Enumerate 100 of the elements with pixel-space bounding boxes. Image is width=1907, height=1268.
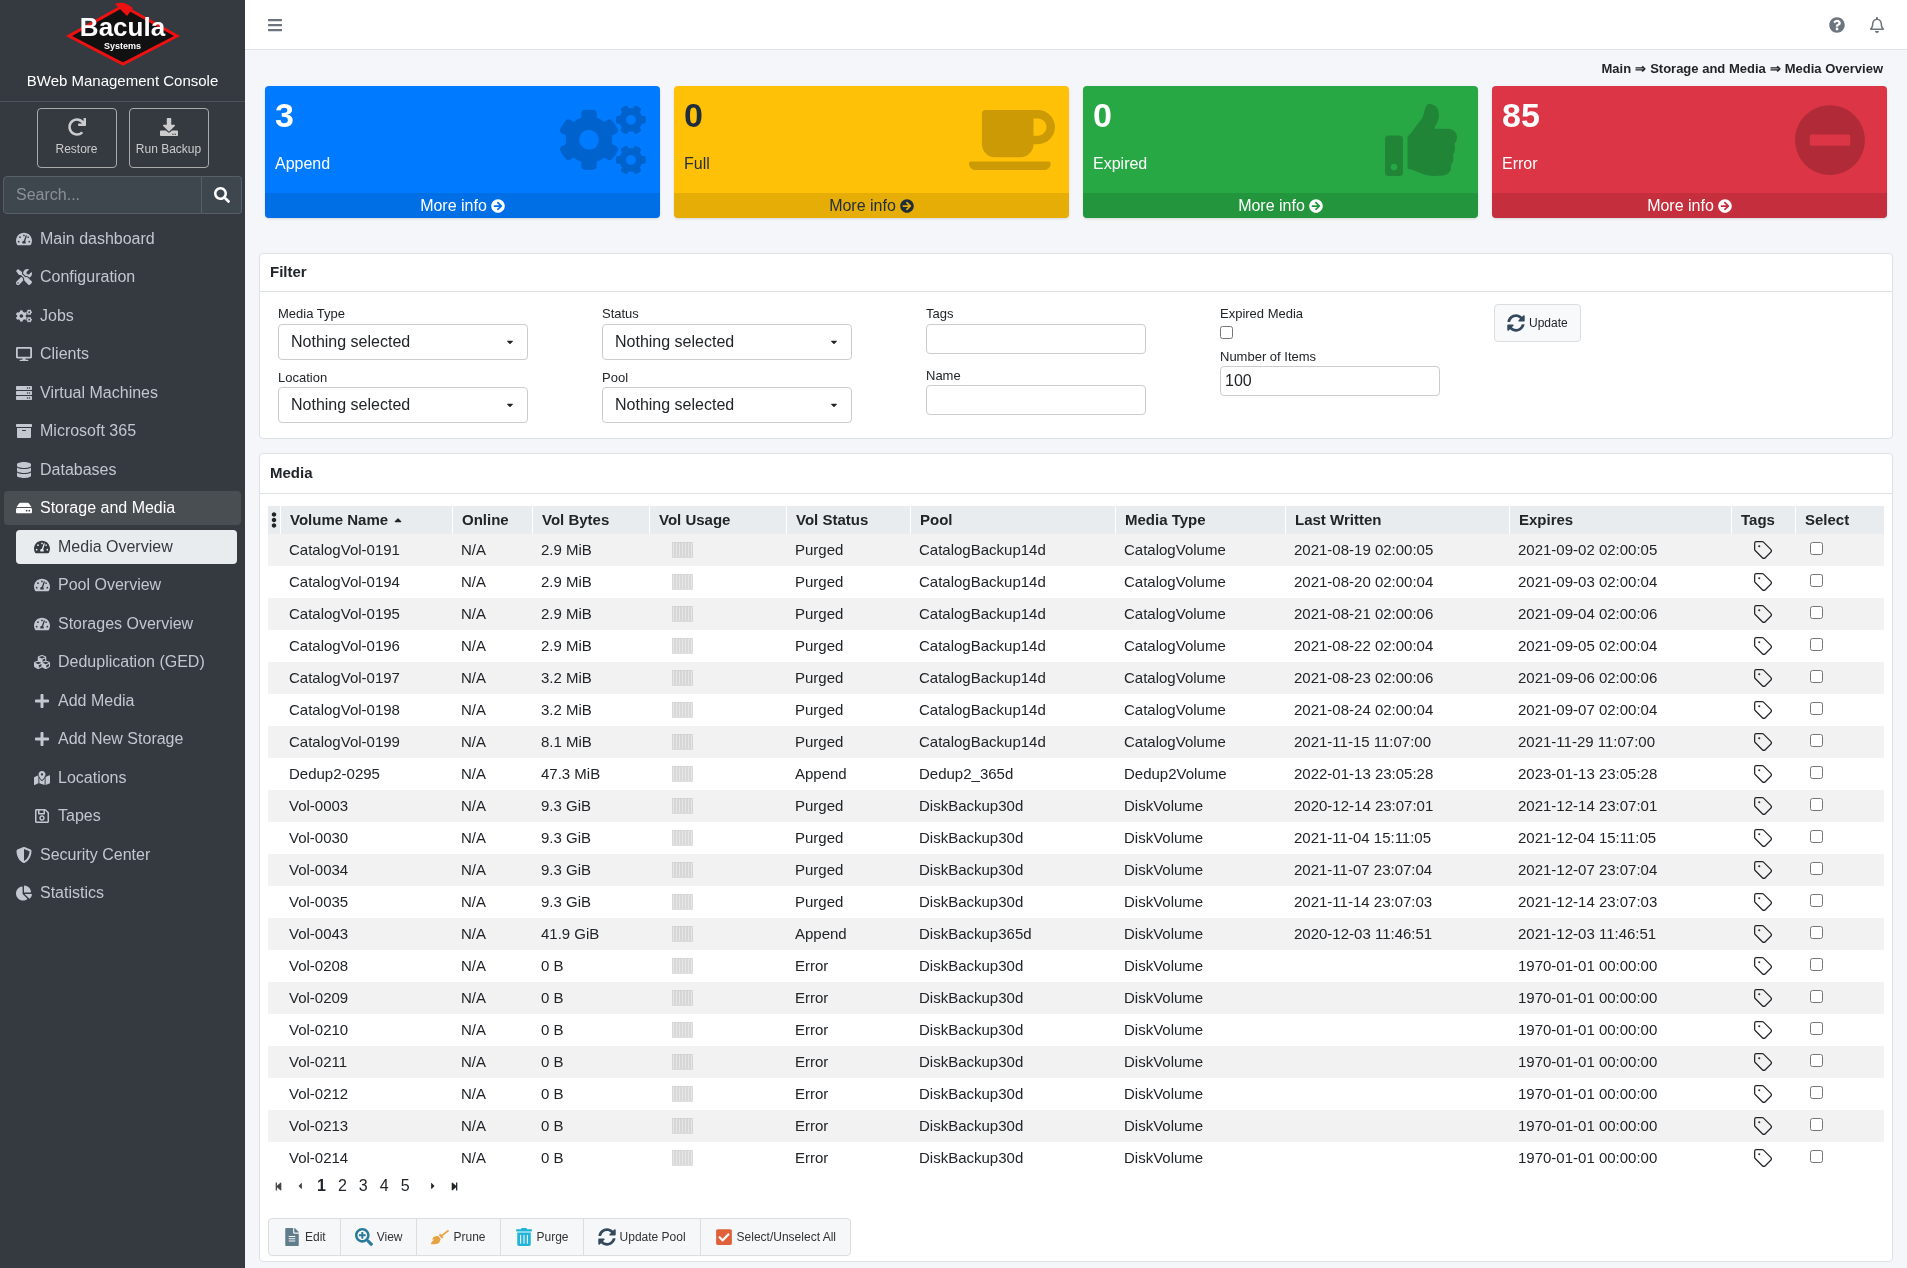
more-info-link[interactable]: More info [674, 193, 1069, 218]
row-checkbox[interactable] [1810, 733, 1823, 747]
tag-icon[interactable] [1753, 924, 1773, 944]
tag-icon[interactable] [1753, 860, 1773, 880]
tag-icon[interactable] [1753, 1052, 1773, 1072]
search-field[interactable]: Search... [3, 175, 202, 214]
tag-icon[interactable] [1753, 988, 1773, 1008]
row-checkbox[interactable] [1810, 1149, 1823, 1163]
tag-icon[interactable] [1753, 1020, 1773, 1040]
tag-icon[interactable] [1753, 1116, 1773, 1136]
tag-icon[interactable] [1753, 604, 1773, 624]
more-info-link[interactable]: More info [265, 193, 660, 218]
row-checkbox[interactable] [1810, 893, 1823, 907]
sidebar-item[interactable]: Jobs [4, 298, 241, 333]
action-button[interactable]: Update Pool [582, 1219, 700, 1255]
row-checkbox[interactable] [1810, 1053, 1823, 1067]
sidebar-item[interactable]: Deduplication (GED) [16, 645, 237, 679]
tag-icon[interactable] [1753, 764, 1773, 784]
page-link[interactable]: 2 [337, 1174, 347, 1198]
sidebar-item[interactable]: Microsoft 365 [4, 414, 241, 448]
action-button[interactable]: Purge [499, 1219, 583, 1255]
breadcrumb-link[interactable]: Storage and Media [1650, 59, 1766, 79]
bell-icon[interactable] [1869, 16, 1885, 33]
tag-icon[interactable] [1753, 540, 1773, 560]
input-field[interactable] [926, 385, 1146, 415]
tools-icon [16, 269, 32, 285]
table-cell-text: 9.3 GiB [541, 891, 592, 912]
row-checkbox[interactable] [1810, 861, 1823, 875]
sidebar-item[interactable]: Configuration [4, 260, 241, 294]
table-cell-text: Dedup2_365d [919, 763, 1014, 784]
menu-icon[interactable] [267, 16, 283, 33]
action-button[interactable]: Prune [416, 1219, 500, 1255]
sidebar-item[interactable]: Main dashboard [4, 221, 241, 256]
page-link[interactable]: 5 [400, 1174, 410, 1198]
dropdown[interactable]: Nothing selected [278, 323, 528, 360]
tag-icon[interactable] [1753, 636, 1773, 656]
sidebar-item[interactable]: Statistics [4, 876, 241, 910]
help-icon[interactable] [1829, 16, 1845, 33]
last-page-icon[interactable] [449, 1181, 459, 1191]
row-checkbox[interactable] [1810, 637, 1823, 651]
tag-icon[interactable] [1753, 892, 1773, 912]
tag-icon[interactable] [1753, 1084, 1773, 1104]
more-info-link[interactable]: More info [1083, 193, 1478, 218]
sidebar-item[interactable]: Media Overview [16, 529, 237, 564]
tag-icon[interactable] [1753, 732, 1773, 752]
row-checkbox[interactable] [1810, 989, 1823, 1003]
sidebar-item[interactable]: Add Media [16, 683, 237, 718]
action-button[interactable]: Select/Unselect All [699, 1219, 850, 1255]
row-checkbox[interactable] [1810, 1021, 1823, 1035]
more-info-link[interactable]: More info [1492, 193, 1887, 218]
sidebar-item[interactable]: Clients [4, 337, 241, 371]
row-checkbox[interactable] [1810, 765, 1823, 779]
sidebar-action-button[interactable]: Restore [36, 107, 117, 168]
dropdown[interactable]: Nothing selected [278, 387, 528, 423]
sidebar-item[interactable]: Security Center [4, 837, 241, 872]
row-checkbox[interactable] [1810, 541, 1823, 555]
page-link[interactable]: 3 [358, 1174, 368, 1198]
tag-icon[interactable] [1753, 668, 1773, 688]
dropdown[interactable]: Nothing selected [602, 387, 852, 423]
sync-icon [597, 1228, 616, 1246]
update-button[interactable]: Update [1494, 304, 1581, 342]
row-checkbox[interactable] [1810, 573, 1823, 587]
tag-icon[interactable] [1753, 956, 1773, 976]
row-checkbox[interactable] [1810, 669, 1823, 683]
dropdown[interactable]: Nothing selected [602, 323, 852, 360]
sidebar-item[interactable]: Add New Storage [16, 722, 237, 756]
search-button[interactable] [202, 175, 242, 214]
row-checkbox[interactable] [1810, 925, 1823, 939]
action-button[interactable]: Edit [269, 1219, 340, 1255]
sidebar-item[interactable]: Tapes [16, 799, 237, 833]
checkbox[interactable] [1220, 325, 1233, 339]
row-checkbox[interactable] [1810, 1117, 1823, 1131]
table-cell-text: Vol-0208 [289, 955, 349, 976]
sidebar-item[interactable]: Databases [4, 452, 241, 487]
row-checkbox[interactable] [1810, 1085, 1823, 1099]
sidebar-item[interactable]: Pool Overview [16, 568, 237, 602]
row-checkbox[interactable] [1810, 605, 1823, 619]
sidebar-item[interactable]: Storages Overview [16, 606, 237, 641]
first-page-icon[interactable] [274, 1181, 283, 1191]
input-field[interactable] [926, 323, 1146, 354]
sidebar-action-button[interactable]: Run Backup [128, 107, 209, 168]
arrow-right-icon [1717, 198, 1732, 213]
sidebar-item[interactable]: Virtual Machines [4, 375, 241, 410]
tag-icon[interactable] [1753, 796, 1773, 816]
tag-icon[interactable] [1753, 828, 1773, 848]
row-checkbox[interactable] [1810, 797, 1823, 811]
page-link[interactable]: 4 [379, 1174, 389, 1198]
breadcrumb-link[interactable]: Main [1601, 59, 1632, 79]
row-checkbox[interactable] [1810, 829, 1823, 843]
action-button[interactable]: View [339, 1219, 417, 1255]
tag-icon[interactable] [1753, 700, 1773, 720]
row-checkbox[interactable] [1810, 957, 1823, 971]
tag-icon[interactable] [1753, 1148, 1773, 1168]
input-field[interactable]: 100 [1220, 366, 1440, 396]
tag-icon[interactable] [1753, 572, 1773, 592]
table-cell-text: 2021-12-14 23:07:01 [1518, 795, 1658, 816]
sidebar-item[interactable]: Storage and Media [4, 491, 241, 525]
row-checkbox[interactable] [1810, 701, 1823, 715]
page-link[interactable]: 1 [317, 1174, 326, 1198]
sidebar-item[interactable]: Locations [16, 760, 237, 795]
